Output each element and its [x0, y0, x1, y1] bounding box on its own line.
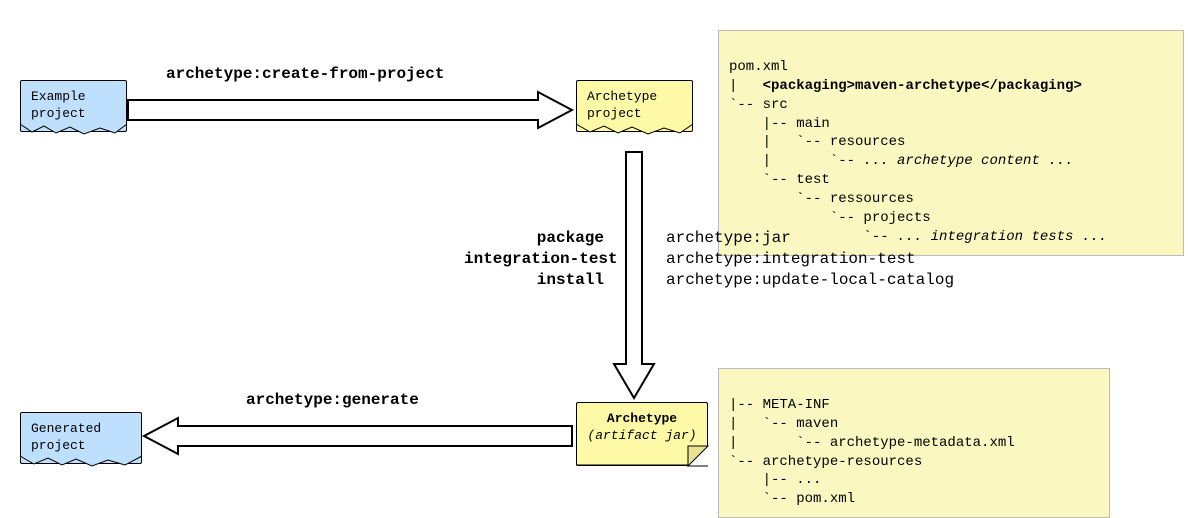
- dog-ear-icon: [688, 446, 708, 466]
- tree-line: | `--: [729, 153, 863, 169]
- archetype-title: Archetype: [607, 411, 677, 426]
- tree-line: | `-- maven: [729, 416, 838, 432]
- tree-line: | `-- resources: [729, 134, 905, 150]
- archetype-project-edge: [576, 124, 693, 144]
- tree-line: |-- ...: [729, 472, 821, 488]
- tree-line: `-- projects: [729, 210, 931, 226]
- tree-line: `-- test: [729, 172, 830, 188]
- arrow-generate: [144, 418, 574, 458]
- packaging-close: </packaging>: [981, 78, 1082, 94]
- lifecycle-phases-label: package integration-test install: [464, 228, 604, 290]
- generate-label: archetype:generate: [246, 390, 419, 411]
- arrow-package-install: [614, 152, 654, 400]
- archetype-project-tree-panel: pom.xml | <packaging>maven-archetype</pa…: [718, 30, 1184, 256]
- tree-line: `-- archetype-resources: [729, 454, 922, 470]
- generated-project-label: Generated project: [31, 421, 101, 453]
- archetype-subtitle: (artifact jar): [587, 428, 696, 443]
- tree-line: |: [729, 78, 763, 94]
- archetype-content-note: ... archetype content ...: [863, 153, 1073, 169]
- packaging-open: <packaging>: [763, 78, 855, 94]
- archetype-project-label: Archetype project: [587, 89, 657, 121]
- tree-line: | `-- archetype-metadata.xml: [729, 435, 1015, 451]
- example-project-edge: [20, 124, 127, 144]
- packaging-content: maven-archetype: [855, 78, 981, 94]
- tree-line: pom.xml: [729, 59, 788, 75]
- tree-line: `-- pom.xml: [729, 491, 855, 507]
- example-project-label: Example project: [31, 89, 86, 121]
- archetype-box-bottom: [576, 464, 708, 466]
- archetype-jar-tree-panel: |-- META-INF | `-- maven | `-- archetype…: [718, 368, 1110, 518]
- create-from-project-label: archetype:create-from-project: [166, 64, 444, 85]
- tree-line: `-- src: [729, 97, 788, 113]
- lifecycle-goals-label: archetype:jar archetype:integration-test…: [666, 228, 954, 290]
- generated-project-edge: [20, 456, 142, 476]
- tree-line: |-- META-INF: [729, 397, 830, 413]
- tree-line: `-- ressources: [729, 191, 914, 207]
- arrow-create-from-project: [128, 92, 574, 132]
- tree-line: |-- main: [729, 116, 830, 132]
